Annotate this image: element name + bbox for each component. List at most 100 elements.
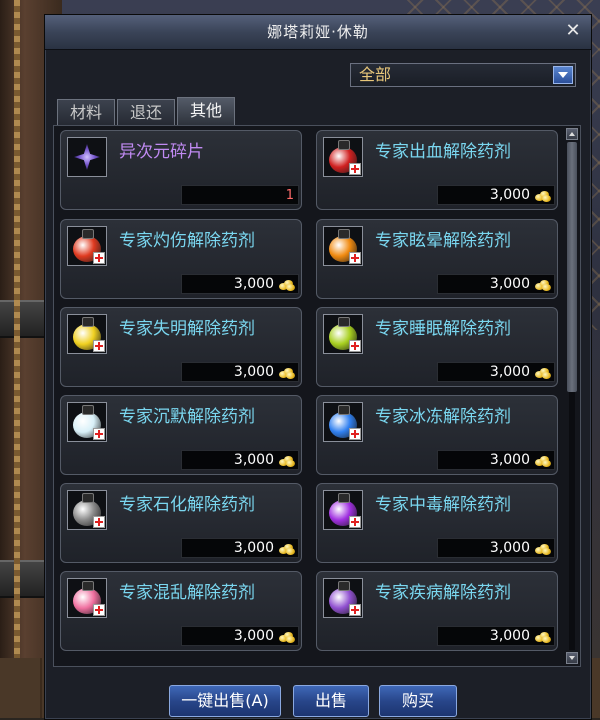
scrollbar[interactable] bbox=[566, 128, 578, 664]
white-potion-icon bbox=[67, 402, 107, 442]
sell-button[interactable]: 出售 bbox=[293, 685, 369, 717]
item-price: 3,000 bbox=[489, 628, 530, 644]
price-box: 3,000 bbox=[437, 538, 555, 558]
price-box: 3,000 bbox=[437, 274, 555, 294]
item-price: 3,000 bbox=[233, 276, 274, 292]
cross-badge-icon bbox=[349, 340, 361, 352]
price-box: 3,000 bbox=[437, 362, 555, 382]
cross-badge-icon bbox=[93, 604, 105, 616]
tab-returns[interactable]: 退还 bbox=[117, 99, 175, 125]
gold-coin-icon bbox=[535, 453, 551, 467]
green-yellow-potion-icon bbox=[323, 314, 363, 354]
tab-materials[interactable]: 材料 bbox=[57, 99, 115, 125]
item-name: 专家疾病解除药剂 bbox=[375, 583, 511, 603]
item-slot[interactable]: 专家出血解除药剂 3,000 bbox=[316, 130, 558, 210]
item-price: 3,000 bbox=[489, 452, 530, 468]
item-price: 3,000 bbox=[489, 364, 530, 380]
scroll-down-button[interactable] bbox=[566, 652, 578, 664]
purple-green-potion-icon bbox=[323, 578, 363, 618]
cross-badge-icon bbox=[349, 252, 361, 264]
item-list: 异次元碎片 1 专家出血解除药剂 3,000 专家灼伤解除药剂 3,000 专家眩晕解除药剂… bbox=[53, 125, 581, 667]
item-price: 3,000 bbox=[489, 187, 530, 203]
gold-coin-icon bbox=[535, 365, 551, 379]
price-box: 1 bbox=[181, 185, 299, 205]
item-price: 3,000 bbox=[233, 452, 274, 468]
close-icon[interactable]: ✕ bbox=[563, 21, 583, 41]
item-slot[interactable]: 异次元碎片 1 bbox=[60, 130, 302, 210]
sell-all-button[interactable]: 一键出售(A) bbox=[169, 685, 281, 717]
item-slot[interactable]: 专家疾病解除药剂 3,000 bbox=[316, 571, 558, 651]
item-name: 专家中毒解除药剂 bbox=[375, 495, 511, 515]
cross-badge-icon bbox=[349, 163, 361, 175]
gold-coin-icon bbox=[535, 541, 551, 555]
item-count: 1 bbox=[285, 188, 294, 203]
item-name: 专家沉默解除药剂 bbox=[119, 407, 255, 427]
title-bar[interactable]: 娜塔莉娅·休勒 ✕ bbox=[45, 15, 591, 50]
price-box: 3,000 bbox=[181, 626, 299, 646]
item-slot[interactable]: 专家眩晕解除药剂 3,000 bbox=[316, 219, 558, 299]
price-box: 3,000 bbox=[181, 538, 299, 558]
gold-coin-icon bbox=[535, 188, 551, 202]
red-potion-icon bbox=[67, 226, 107, 266]
filter-selected-value: 全部 bbox=[359, 65, 392, 84]
gold-coin-icon bbox=[279, 277, 295, 291]
item-slot[interactable]: 专家睡眠解除药剂 3,000 bbox=[316, 307, 558, 387]
rope bbox=[14, 0, 20, 718]
item-slot[interactable]: 专家混乱解除药剂 3,000 bbox=[60, 571, 302, 651]
item-price: 3,000 bbox=[489, 276, 530, 292]
item-price: 3,000 bbox=[233, 364, 274, 380]
gold-coin-icon bbox=[279, 365, 295, 379]
item-name: 专家眩晕解除药剂 bbox=[375, 231, 511, 251]
gold-coin-icon bbox=[279, 453, 295, 467]
item-slot[interactable]: 专家灼伤解除药剂 3,000 bbox=[60, 219, 302, 299]
price-box: 3,000 bbox=[181, 450, 299, 470]
dimension-shard-icon bbox=[67, 137, 107, 177]
item-price: 3,000 bbox=[233, 628, 274, 644]
item-name: 专家失明解除药剂 bbox=[119, 319, 255, 339]
scroll-thumb[interactable] bbox=[567, 142, 577, 392]
category-filter-dropdown[interactable]: 全部 bbox=[350, 63, 576, 87]
item-name: 专家睡眠解除药剂 bbox=[375, 319, 511, 339]
item-name: 专家冰冻解除药剂 bbox=[375, 407, 511, 427]
gray-potion-icon bbox=[67, 490, 107, 530]
item-slot[interactable]: 专家石化解除药剂 3,000 bbox=[60, 483, 302, 563]
price-box: 3,000 bbox=[437, 626, 555, 646]
gold-coin-icon bbox=[279, 629, 295, 643]
item-slot[interactable]: 专家冰冻解除药剂 3,000 bbox=[316, 395, 558, 475]
tab-other[interactable]: 其他 bbox=[177, 97, 235, 125]
item-price: 3,000 bbox=[233, 540, 274, 556]
cross-badge-icon bbox=[93, 428, 105, 440]
price-box: 3,000 bbox=[437, 185, 555, 205]
scroll-up-button[interactable] bbox=[566, 128, 578, 140]
item-price: 3,000 bbox=[489, 540, 530, 556]
item-slot[interactable]: 专家中毒解除药剂 3,000 bbox=[316, 483, 558, 563]
item-name: 异次元碎片 bbox=[119, 142, 204, 162]
item-name: 专家石化解除药剂 bbox=[119, 495, 255, 515]
item-slot[interactable]: 专家失明解除药剂 3,000 bbox=[60, 307, 302, 387]
gold-coin-icon bbox=[535, 277, 551, 291]
cross-badge-icon bbox=[349, 604, 361, 616]
cross-badge-icon bbox=[93, 252, 105, 264]
cross-badge-icon bbox=[93, 340, 105, 352]
price-box: 3,000 bbox=[437, 450, 555, 470]
orange-potion-icon bbox=[323, 226, 363, 266]
price-box: 3,000 bbox=[181, 362, 299, 382]
blue-potion-icon bbox=[323, 402, 363, 442]
gold-coin-icon bbox=[279, 541, 295, 555]
cross-badge-icon bbox=[93, 516, 105, 528]
item-name: 专家灼伤解除药剂 bbox=[119, 231, 255, 251]
cross-badge-icon bbox=[349, 516, 361, 528]
item-slot[interactable]: 专家沉默解除药剂 3,000 bbox=[60, 395, 302, 475]
price-box: 3,000 bbox=[181, 274, 299, 294]
red-potion-icon bbox=[323, 137, 363, 177]
chevron-down-icon[interactable] bbox=[553, 66, 573, 84]
yellow-potion-icon bbox=[67, 314, 107, 354]
purple-potion-icon bbox=[323, 490, 363, 530]
window-title: 娜塔莉娅·休勒 bbox=[267, 23, 369, 41]
shop-window: 娜塔莉娅·休勒 ✕ 全部 材料 退还 其他 异次元碎片 1 专家出血解除药剂 3,00… bbox=[44, 14, 592, 720]
rainbow-potion-icon bbox=[67, 578, 107, 618]
cross-badge-icon bbox=[349, 428, 361, 440]
gold-coin-icon bbox=[535, 629, 551, 643]
item-name: 专家出血解除药剂 bbox=[375, 142, 511, 162]
buy-button[interactable]: 购买 bbox=[379, 685, 457, 717]
